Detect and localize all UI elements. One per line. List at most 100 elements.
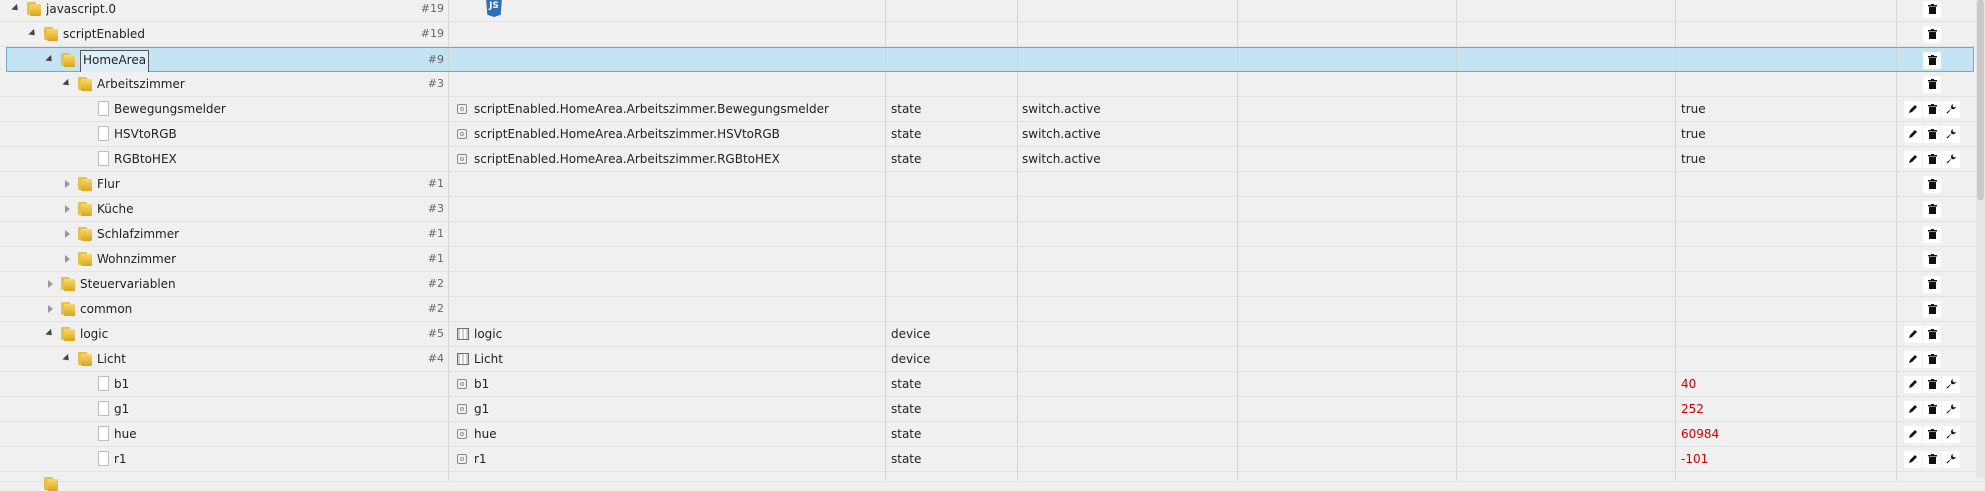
delete-button[interactable]	[1923, 52, 1941, 69]
expand-open-icon[interactable]	[45, 54, 55, 65]
edit-button[interactable]	[1904, 451, 1922, 468]
column-divider	[1237, 222, 1238, 246]
object-id[interactable]: scriptEnabled	[63, 22, 145, 46]
object-id[interactable]: Schlafzimmer	[97, 222, 179, 246]
expand-open-icon[interactable]	[62, 353, 72, 364]
tree-row[interactable]: Schlafzimmer #1	[0, 222, 1985, 247]
tree-row[interactable]: Steuervariablen #2	[0, 272, 1985, 297]
object-id[interactable]: hue	[114, 422, 137, 446]
delete-button[interactable]	[1923, 176, 1941, 193]
tree-row[interactable]: b1 b1 state 40	[0, 372, 1985, 397]
object-id[interactable]: logic	[80, 322, 108, 346]
tree-row[interactable]: r1 r1 state -101	[0, 447, 1985, 472]
delete-button[interactable]	[1923, 326, 1941, 343]
edit-button[interactable]	[1904, 101, 1922, 118]
expand-closed-icon[interactable]	[65, 230, 70, 238]
delete-button[interactable]	[1923, 451, 1941, 468]
delete-button[interactable]	[1923, 351, 1941, 368]
object-id[interactable]: r1	[114, 447, 127, 471]
delete-button[interactable]	[1923, 76, 1941, 93]
delete-button[interactable]	[1923, 401, 1941, 418]
tree-row[interactable]: Flur #1	[0, 172, 1985, 197]
config-button[interactable]	[1942, 451, 1960, 468]
column-divider	[1675, 422, 1676, 446]
delete-button[interactable]	[1923, 426, 1941, 443]
tree-row[interactable]: javascript.0 #19 JS	[0, 0, 1985, 22]
delete-button[interactable]	[1923, 1, 1941, 18]
edit-button[interactable]	[1904, 151, 1922, 168]
tree-row[interactable]: HomeArea #9	[6, 47, 1974, 76]
column-divider	[885, 272, 886, 296]
object-value[interactable]: true	[1681, 97, 1706, 121]
config-button[interactable]	[1942, 376, 1960, 393]
object-id[interactable]: b1	[114, 372, 129, 396]
delete-button[interactable]	[1923, 276, 1941, 293]
expand-closed-icon[interactable]	[65, 255, 70, 263]
edit-button[interactable]	[1904, 426, 1922, 443]
object-value[interactable]: -101	[1681, 447, 1708, 471]
config-button[interactable]	[1942, 401, 1960, 418]
object-id[interactable]: HSVtoRGB	[114, 122, 177, 146]
edit-button[interactable]	[1904, 351, 1922, 368]
tree-row[interactable]: Licht #4 Licht device	[0, 347, 1985, 372]
expand-open-icon[interactable]	[11, 3, 21, 14]
config-button[interactable]	[1942, 151, 1960, 168]
object-id[interactable]: Steuervariablen	[80, 272, 176, 296]
object-id[interactable]: g1	[114, 397, 129, 421]
expand-closed-icon[interactable]	[65, 205, 70, 213]
delete-button[interactable]	[1923, 151, 1941, 168]
config-button[interactable]	[1942, 126, 1960, 143]
object-id[interactable]: RGBtoHEX	[114, 147, 177, 171]
expand-open-icon[interactable]	[62, 78, 72, 89]
object-value[interactable]: 252	[1681, 397, 1704, 421]
tree-row[interactable]	[0, 472, 1985, 491]
delete-button[interactable]	[1923, 126, 1941, 143]
tree-row[interactable]: Wohnzimmer #1	[0, 247, 1985, 272]
tree-row[interactable]: RGBtoHEX scriptEnabled.HomeArea.Arbeitszi…	[0, 147, 1985, 172]
expand-closed-icon[interactable]	[48, 280, 53, 288]
config-button[interactable]	[1942, 101, 1960, 118]
delete-button[interactable]	[1923, 301, 1941, 318]
edit-button[interactable]	[1904, 376, 1922, 393]
tree-row[interactable]: HSVtoRGB scriptEnabled.HomeArea.Arbeitszi…	[0, 122, 1985, 147]
delete-button[interactable]	[1923, 376, 1941, 393]
object-id[interactable]: Licht	[97, 347, 126, 371]
object-value[interactable]: 60984	[1681, 422, 1719, 446]
expand-closed-icon[interactable]	[65, 180, 70, 188]
object-id[interactable]: Bewegungsmelder	[114, 97, 226, 121]
tree-row[interactable]: common #2	[0, 297, 1985, 322]
delete-button[interactable]	[1923, 26, 1941, 43]
config-button[interactable]	[1942, 426, 1960, 443]
scrollbar-thumb[interactable]	[1977, 0, 1984, 200]
object-id[interactable]: Küche	[97, 197, 133, 221]
delete-button[interactable]	[1923, 101, 1941, 118]
delete-button[interactable]	[1923, 251, 1941, 268]
tree-row[interactable]: logic #5 logic device	[0, 322, 1985, 347]
edit-button[interactable]	[1904, 401, 1922, 418]
object-id[interactable]: common	[80, 297, 132, 321]
object-value[interactable]: true	[1681, 122, 1706, 146]
object-value[interactable]: true	[1681, 147, 1706, 171]
tree-row[interactable]: g1 g1 state 252	[0, 397, 1985, 422]
tree-row[interactable]: Küche #3	[0, 197, 1985, 222]
tree-row[interactable]: scriptEnabled #19	[0, 22, 1985, 47]
tree-row[interactable]: Arbeitszimmer #3	[0, 72, 1985, 97]
edit-button[interactable]	[1904, 326, 1922, 343]
delete-button[interactable]	[1923, 226, 1941, 243]
object-id[interactable]: Arbeitszimmer	[97, 72, 185, 96]
expand-open-icon[interactable]	[28, 28, 38, 39]
column-divider	[885, 347, 886, 371]
column-divider	[448, 197, 449, 221]
vertical-scrollbar[interactable]	[1976, 0, 1985, 478]
delete-button[interactable]	[1923, 201, 1941, 218]
object-id[interactable]: javascript.0	[46, 0, 116, 21]
object-value[interactable]: 40	[1681, 372, 1696, 396]
object-id[interactable]: Wohnzimmer	[97, 247, 176, 271]
column-divider	[1017, 0, 1018, 21]
tree-row[interactable]: Bewegungsmelder scriptEnabled.HomeArea.Ar…	[0, 97, 1985, 122]
expand-open-icon[interactable]	[45, 328, 55, 339]
edit-button[interactable]	[1904, 126, 1922, 143]
tree-row[interactable]: hue hue state 60984	[0, 422, 1985, 447]
expand-closed-icon[interactable]	[48, 305, 53, 313]
object-id[interactable]: Flur	[97, 172, 120, 196]
